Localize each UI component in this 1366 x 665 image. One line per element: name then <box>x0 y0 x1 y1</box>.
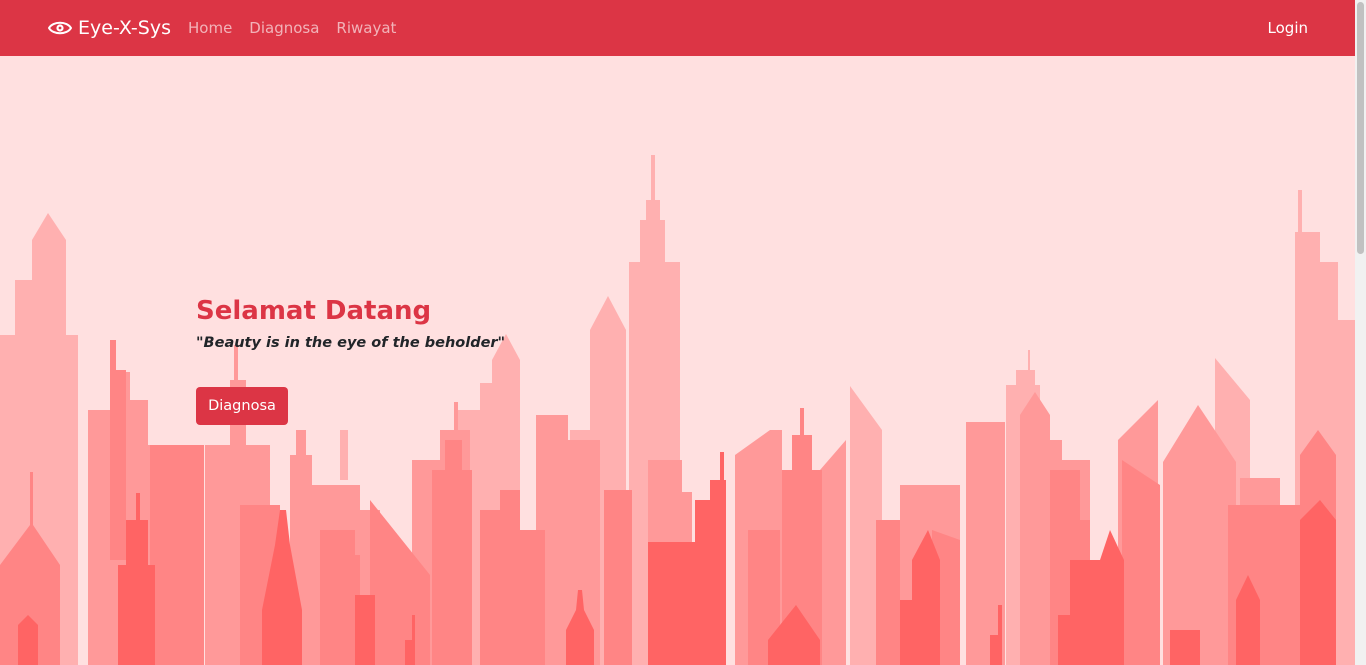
page-scrollbar[interactable] <box>1355 0 1366 665</box>
hero-quote: "Beauty is in the eye of the beholder" <box>196 335 506 351</box>
brand-link[interactable]: Eye-X-Sys <box>48 0 171 56</box>
login-link[interactable]: Login <box>1268 0 1308 56</box>
city-skyline-illustration <box>0 155 1355 665</box>
nav-riwayat[interactable]: Riwayat <box>336 19 396 37</box>
brand-name: Eye-X-Sys <box>78 17 171 39</box>
diagnosa-button[interactable]: Diagnosa <box>196 387 288 425</box>
top-navbar: Eye-X-Sys Home Diagnosa Riwayat Login <box>0 0 1355 56</box>
scrollbar-thumb[interactable] <box>1357 2 1364 254</box>
nav-diagnosa[interactable]: Diagnosa <box>249 19 319 37</box>
hero-title: Selamat Datang <box>196 296 432 326</box>
nav-home[interactable]: Home <box>188 19 232 37</box>
nav-links: Home Diagnosa Riwayat <box>188 0 413 56</box>
hero-section: Selamat Datang "Beauty is in the eye of … <box>196 296 506 425</box>
eye-icon <box>48 21 72 35</box>
